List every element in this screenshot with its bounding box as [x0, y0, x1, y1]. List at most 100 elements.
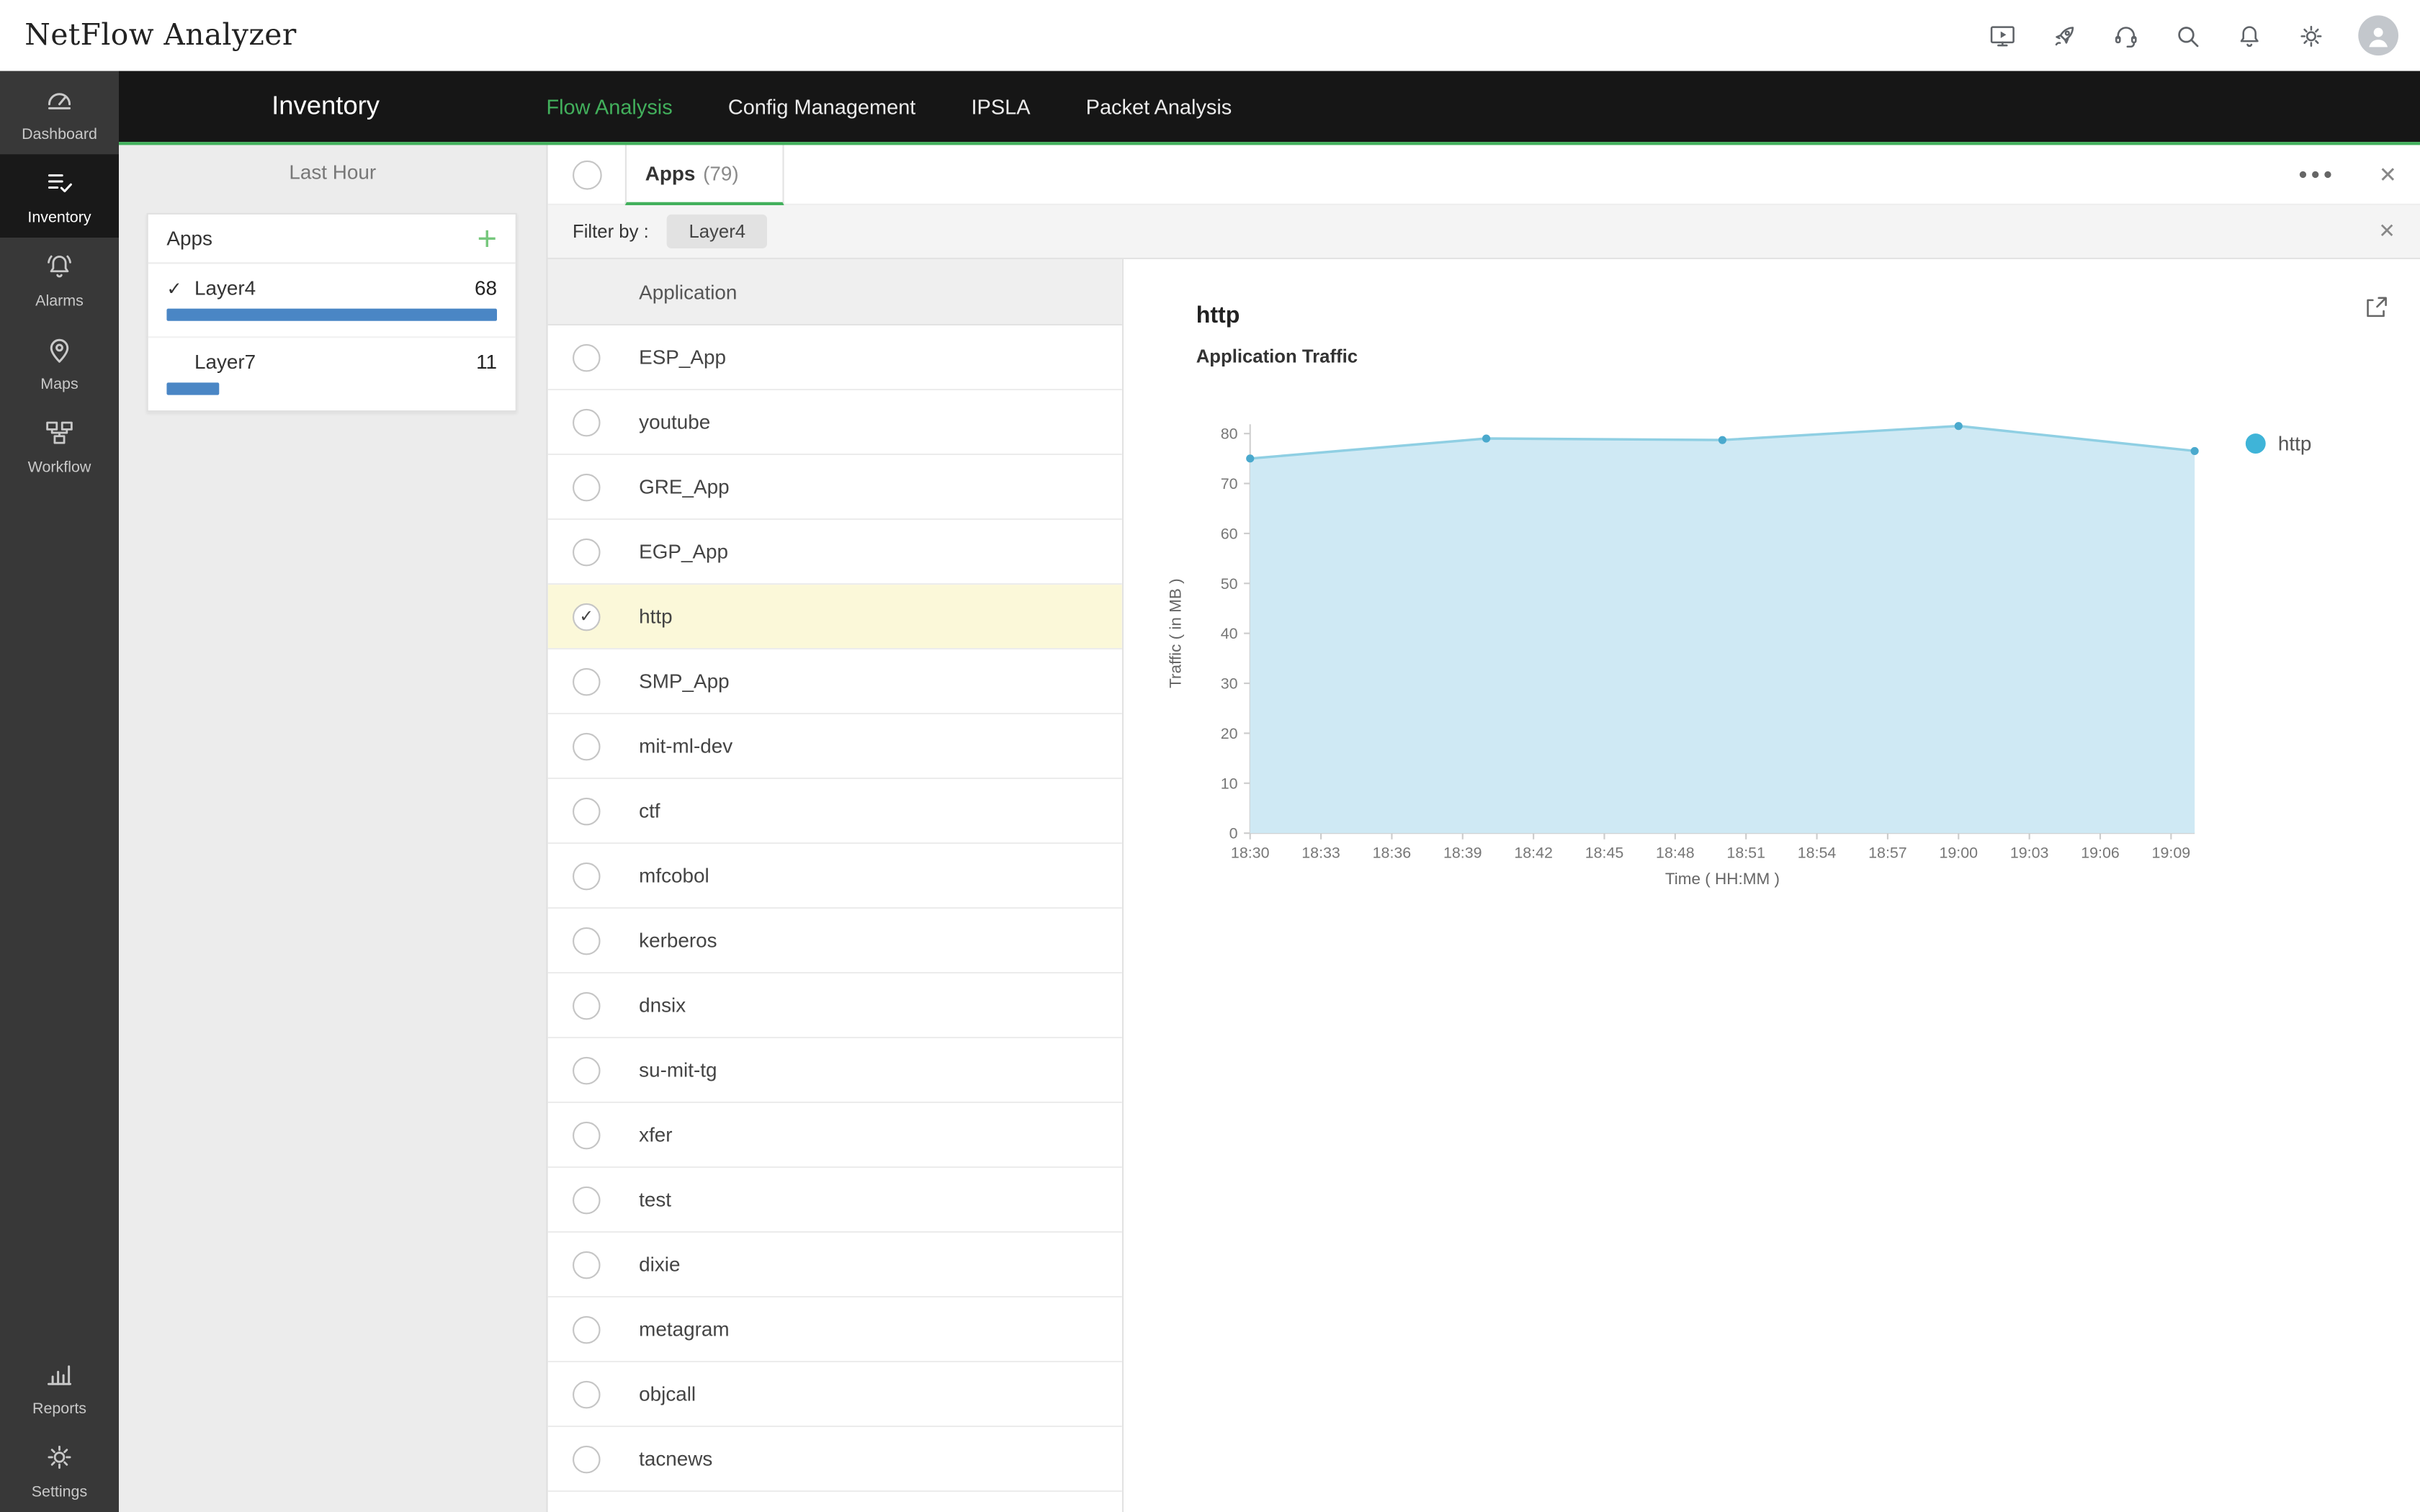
- radio-unchecked[interactable]: [573, 1186, 601, 1214]
- radio-unchecked[interactable]: [573, 1251, 601, 1279]
- layer-filter-row-layer4[interactable]: ✓Layer468: [148, 264, 516, 338]
- sidebar-item-settings[interactable]: Settings: [0, 1428, 119, 1512]
- rocket-icon[interactable]: [2050, 21, 2079, 50]
- radio-unchecked[interactable]: [573, 797, 601, 825]
- filter-chip-layer4[interactable]: Layer4: [667, 215, 767, 248]
- clear-filter-icon[interactable]: ✕: [2378, 219, 2420, 243]
- list-item-youtube[interactable]: youtube: [548, 390, 1122, 455]
- svg-text:18:33: 18:33: [1301, 844, 1340, 861]
- apps-tab-count: (79): [703, 161, 739, 184]
- radio-unchecked[interactable]: [573, 1121, 601, 1149]
- svg-text:70: 70: [1221, 475, 1238, 492]
- application-name: mfcobol: [639, 864, 709, 887]
- radio-unchecked[interactable]: [573, 1445, 601, 1473]
- topbar-actions: [1988, 15, 2420, 55]
- radio-unchecked[interactable]: [573, 1380, 601, 1408]
- list-item-gre-app[interactable]: GRE_App: [548, 455, 1122, 520]
- filter-by-label: Filter by :: [573, 220, 649, 242]
- maps-icon: [43, 333, 76, 370]
- settings-gear-icon[interactable]: [2297, 21, 2326, 50]
- workflow-icon: [43, 417, 76, 454]
- layer-label: Layer7: [194, 350, 256, 373]
- svg-text:18:51: 18:51: [1726, 844, 1765, 861]
- list-item-egp-app[interactable]: EGP_App: [548, 520, 1122, 585]
- svg-text:0: 0: [1229, 825, 1238, 842]
- nav-tab-ipsla[interactable]: IPSLA: [971, 95, 1030, 118]
- sidebar-item-maps[interactable]: Maps: [0, 321, 119, 405]
- time-range-selector[interactable]: Last Hour: [119, 145, 547, 184]
- nav-tab-packet-analysis[interactable]: Packet Analysis: [1086, 95, 1232, 118]
- list-item-ctf[interactable]: ctf: [548, 779, 1122, 844]
- screen-share-icon[interactable]: [1988, 21, 2017, 50]
- list-item-objcall[interactable]: objcall: [548, 1362, 1122, 1427]
- tab-row: Apps (79) ●●● ✕: [548, 145, 2420, 205]
- select-all-checkbox[interactable]: [573, 160, 602, 189]
- application-name: metagram: [639, 1318, 729, 1341]
- layer-count: 68: [475, 276, 497, 300]
- settings-icon: [43, 1441, 76, 1477]
- radio-unchecked[interactable]: [573, 538, 601, 566]
- list-item-mfcobol[interactable]: mfcobol: [548, 844, 1122, 909]
- svg-text:19:00: 19:00: [1939, 844, 1978, 861]
- layer-label: Layer4: [194, 276, 256, 300]
- sidebar-spacer: [0, 487, 119, 1345]
- user-avatar[interactable]: [2358, 15, 2398, 55]
- list-item-metagram[interactable]: metagram: [548, 1297, 1122, 1362]
- list-item-http[interactable]: ✓ http: [548, 585, 1122, 649]
- radio-unchecked[interactable]: [573, 991, 601, 1020]
- open-in-new-window-icon[interactable]: [2363, 294, 2389, 320]
- list-item-su-mit-tg[interactable]: su-mit-tg: [548, 1038, 1122, 1103]
- layer-filter-row-layer7[interactable]: Layer7 11: [148, 338, 516, 410]
- application-name: dixie: [639, 1253, 680, 1276]
- list-item-dnsix[interactable]: dnsix: [548, 973, 1122, 1038]
- radio-unchecked[interactable]: [573, 473, 601, 501]
- radio-unchecked[interactable]: [573, 667, 601, 696]
- svg-text:Time ( HH:MM ): Time ( HH:MM ): [1665, 870, 1780, 888]
- svg-text:Traffic ( in MB ): Traffic ( in MB ): [1166, 578, 1184, 688]
- list-item-esp-app[interactable]: ESP_App: [548, 325, 1122, 390]
- list-item-tacnews[interactable]: tacnews: [548, 1427, 1122, 1492]
- sidebar-item-alarms[interactable]: Alarms: [0, 238, 119, 321]
- radio-unchecked[interactable]: [573, 732, 601, 760]
- radio-unchecked[interactable]: [573, 1315, 601, 1344]
- traffic-chart: 0102030405060708018:3018:3318:3618:3918:…: [1162, 409, 2258, 907]
- filter-chips: Layer4: [649, 217, 767, 246]
- radio-unchecked[interactable]: [573, 927, 601, 955]
- support-headset-icon[interactable]: [2111, 21, 2141, 50]
- svg-text:20: 20: [1221, 725, 1238, 742]
- more-options-icon[interactable]: ●●●: [2298, 166, 2336, 183]
- add-filter-button[interactable]: +: [477, 228, 497, 249]
- application-name: mit-ml-dev: [639, 734, 732, 757]
- search-icon[interactable]: [2173, 21, 2202, 50]
- list-item-test[interactable]: test: [548, 1168, 1122, 1233]
- radio-unchecked[interactable]: [573, 862, 601, 890]
- layer-count: 11: [476, 350, 497, 373]
- svg-text:18:42: 18:42: [1514, 844, 1553, 861]
- sidebar-item-reports[interactable]: Reports: [0, 1346, 119, 1429]
- apps-tab[interactable]: Apps (79): [625, 144, 784, 204]
- close-tab-icon[interactable]: ✕: [2379, 161, 2397, 187]
- nav-tab-config-management[interactable]: Config Management: [728, 95, 916, 118]
- sidebar-item-inventory[interactable]: Inventory: [0, 154, 119, 238]
- radio-checked[interactable]: ✓: [573, 603, 601, 631]
- svg-text:18:30: 18:30: [1231, 844, 1270, 861]
- notifications-bell-icon[interactable]: [2235, 21, 2264, 50]
- radio-unchecked[interactable]: [573, 408, 601, 436]
- inventory-icon: [43, 166, 76, 203]
- nav-tab-flow-analysis[interactable]: Flow Analysis: [546, 95, 672, 118]
- sidebar-item-label: Reports: [32, 1401, 86, 1418]
- list-item-dixie[interactable]: dixie: [548, 1233, 1122, 1297]
- sidebar-item-dashboard[interactable]: Dashboard: [0, 71, 119, 155]
- alarms-icon: [43, 250, 76, 287]
- apps-filter-card: Apps + ✓Layer468Layer711: [147, 213, 517, 412]
- application-name: http: [639, 605, 672, 628]
- list-item-kerberos[interactable]: kerberos: [548, 909, 1122, 973]
- radio-unchecked[interactable]: [573, 1056, 601, 1084]
- list-item-xfer[interactable]: xfer: [548, 1103, 1122, 1168]
- radio-unchecked[interactable]: [573, 343, 601, 372]
- application-list: ESP_AppyoutubeGRE_AppEGP_App ✓ http SMP_App…: [548, 325, 1122, 1512]
- sidebar-item-workflow[interactable]: Workflow: [0, 404, 119, 487]
- list-item-mit-ml-dev[interactable]: mit-ml-dev: [548, 714, 1122, 779]
- chart-legend[interactable]: http: [2246, 432, 2311, 455]
- list-item-smp-app[interactable]: SMP_App: [548, 649, 1122, 714]
